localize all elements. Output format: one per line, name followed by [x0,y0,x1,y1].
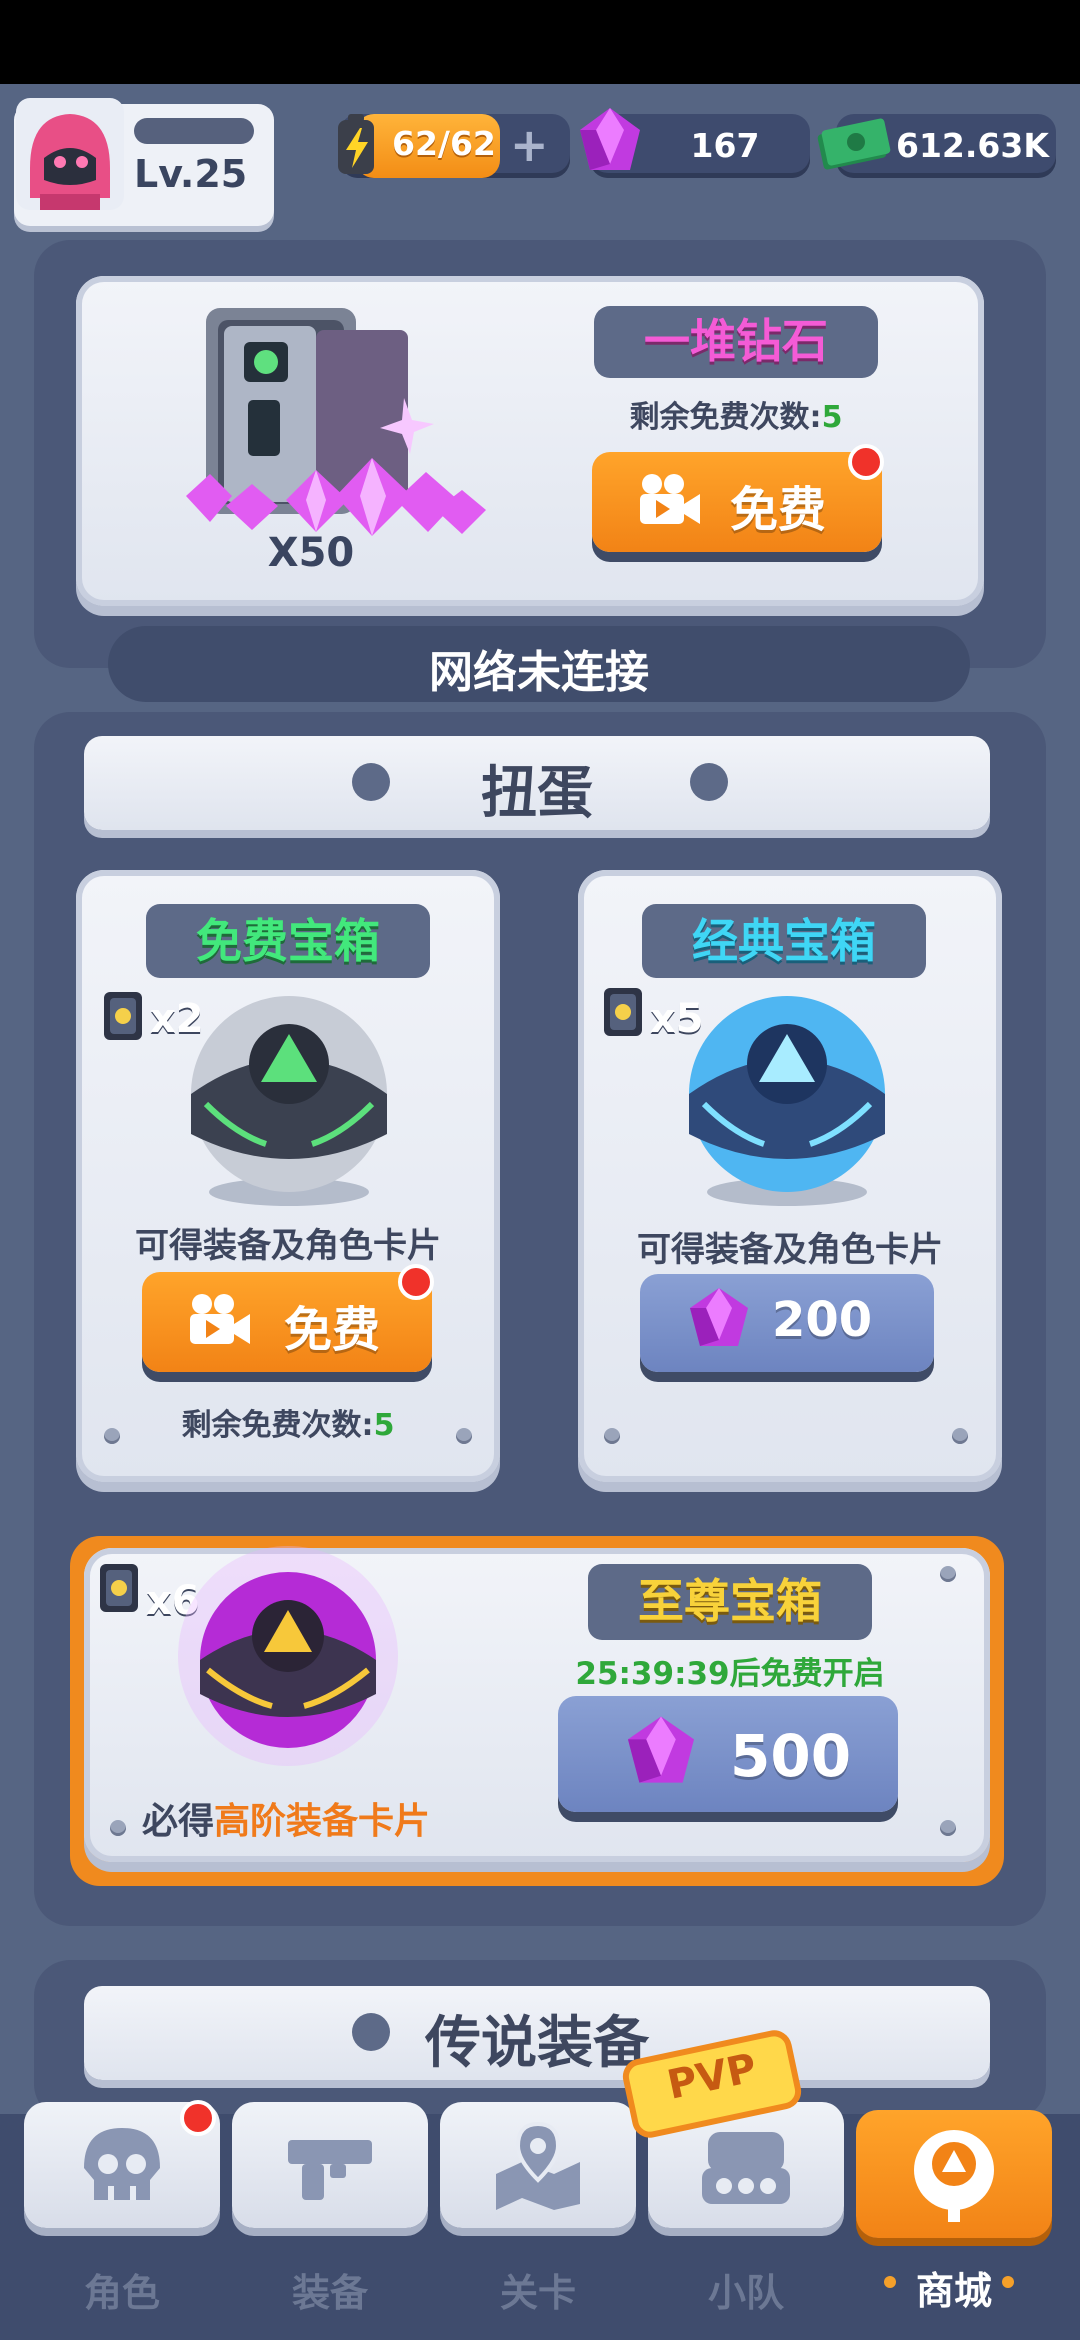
cash-icon [817,118,891,170]
squad-icon [702,2132,790,2204]
free-chest-orb-image [191,996,387,1206]
notification-dot [398,1264,434,1300]
free-chest-remaining: 剩余免费次数:5 [76,1400,500,1444]
avatar[interactable] [16,98,124,210]
diamond-pile-quantity: X50 [267,530,355,576]
diamond-pile-title: 一堆钻石 [644,314,828,368]
gun-icon [288,2140,372,2200]
remaining-count: 5 [821,400,843,435]
diamond-pile-remaining: 剩余免费次数:5 [594,392,878,436]
classic-chest-desc: 可得装备及角色卡片 [637,1230,943,1270]
gem-icon [627,1716,695,1783]
add-energy-button[interactable]: + [510,122,549,168]
supreme-chest-price: 500 [730,1722,852,1790]
tab-equipment-label: 装备 [291,2271,368,2315]
rivet [110,1820,126,1836]
vault-with-gems-image [186,308,486,536]
classic-chest-title: 经典宝箱 [692,914,876,968]
diamond-pile-free-label: 免费 [730,482,827,538]
rivet [940,1566,956,1582]
card-icon [100,1564,138,1612]
level-progress-bar [134,118,254,144]
desc-highlight: 高阶装备卡片 [214,1801,431,1842]
video-camera-icon [640,474,700,524]
notification-dot [848,444,884,480]
gem-icon [580,108,640,170]
supreme-chest-title: 至尊宝箱 [638,1574,822,1628]
shop-icon [914,2130,994,2222]
rivet [952,1428,968,1444]
gem-value: 167 [690,126,760,165]
rivet [940,1820,956,1836]
tab-shop-label: 商城 [915,2269,992,2313]
skull-icon [84,2128,160,2200]
notification-dot [180,2100,216,2136]
tab-character-label: 角色 [83,2271,160,2315]
video-camera-icon [190,1294,250,1344]
battery-icon [338,114,374,174]
supreme-chest-orb-image [178,1546,398,1766]
free-chest-button-label: 免费 [284,1302,381,1358]
classic-chest-price: 200 [772,1292,873,1348]
remaining-label: 剩余免费次数: [181,1408,374,1443]
rivet [456,1428,472,1444]
rivet [604,1428,620,1444]
rivet [104,1428,120,1444]
legend-header: 传说装备 [425,2011,649,2076]
energy-value: 62/62 [392,124,496,163]
card-icon [604,988,642,1036]
player-level: Lv.25 [134,152,248,196]
supreme-chest-timer: 25:39:39后免费开启 [575,1656,885,1692]
tab-squad-label: 小队 [707,2271,784,2315]
card-icon [104,992,142,1040]
cash-value: 612.63K [896,126,1049,165]
status-bar [0,0,1080,84]
gacha-header: 扭蛋 [481,761,593,826]
supreme-chest-desc: 必得高阶装备卡片 [96,1792,476,1844]
free-chest-title: 免费宝箱 [196,914,380,968]
desc-prefix: 必得 [141,1801,214,1842]
remaining-count: 5 [373,1408,395,1443]
gem-icon [690,1288,748,1346]
free-chest-desc: 可得装备及角色卡片 [135,1226,441,1266]
classic-chest-orb-image [689,996,885,1206]
map-icon [496,2121,580,2210]
tab-stage-label: 关卡 [499,2271,576,2315]
remaining-label: 剩余免费次数: [629,400,822,435]
network-notice: 网络未连接 [429,647,649,698]
